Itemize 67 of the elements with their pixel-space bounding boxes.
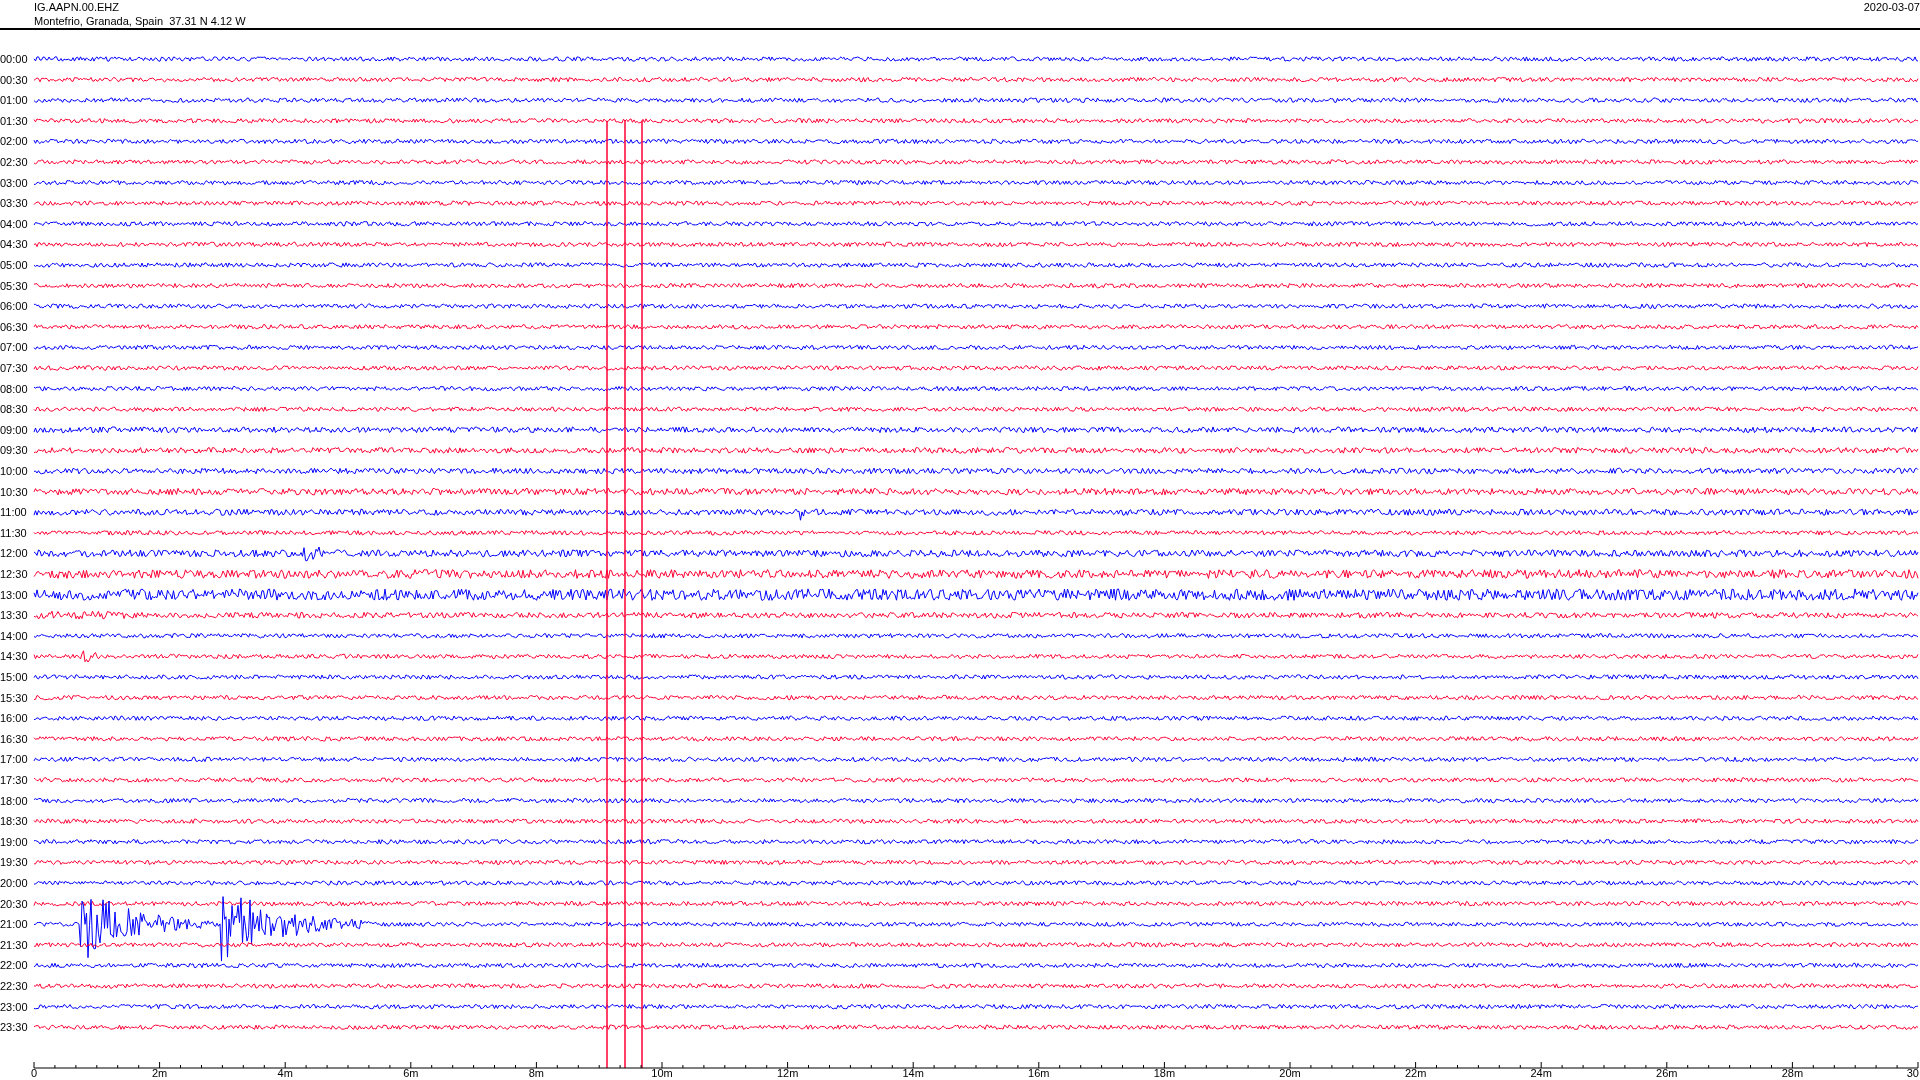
time-label: 18:30 <box>0 815 28 828</box>
time-label: 12:30 <box>0 568 28 580</box>
tick-label: 8m <box>528 1067 545 1078</box>
time-label: 14:00 <box>0 629 28 642</box>
time-label: 17:30 <box>0 774 28 786</box>
tick-label: 2m <box>151 1067 168 1078</box>
time-label: 19:30 <box>0 856 28 869</box>
time-label: 06:00 <box>0 300 28 313</box>
time-label: 01:00 <box>0 94 28 107</box>
time-label: 09:00 <box>0 423 28 436</box>
time-label: 15:30 <box>0 691 28 704</box>
time-label: 17:00 <box>0 753 28 766</box>
time-label: 02:00 <box>0 135 28 148</box>
time-label: 16:30 <box>0 732 28 745</box>
time-label: 10:00 <box>0 465 28 477</box>
time-label: 15:00 <box>0 671 28 683</box>
tick-label: 10m <box>651 1067 673 1078</box>
tick-label: 14m <box>902 1067 924 1078</box>
tick-label: 18m <box>1153 1067 1176 1078</box>
time-label: 13:30 <box>0 609 28 622</box>
time-label: 00:30 <box>0 73 28 86</box>
tick-label: 30 <box>1906 1067 1919 1078</box>
time-label: 18:00 <box>0 794 28 807</box>
time-label: 21:30 <box>0 938 28 951</box>
time-label: 13:00 <box>0 588 28 601</box>
tick-label: 16m <box>1028 1067 1050 1078</box>
time-label: 20:30 <box>0 897 28 910</box>
time-label: 23:00 <box>0 1000 28 1013</box>
time-label: 04:00 <box>0 217 28 230</box>
tick-label: 4m <box>277 1067 293 1078</box>
time-label: 22:30 <box>0 980 28 992</box>
tick-label: 24m <box>1530 1067 1552 1078</box>
time-label: 09:30 <box>0 444 28 457</box>
time-label: 23:30 <box>0 1021 28 1034</box>
tick-label: 6m <box>403 1067 419 1078</box>
time-label: 21:00 <box>0 918 28 931</box>
tick-label: 26m <box>1656 1067 1678 1078</box>
time-label: 19:00 <box>0 835 28 848</box>
time-label: 06:30 <box>0 320 28 333</box>
tick-label: 28m <box>1781 1067 1804 1078</box>
tick-label: 20m <box>1279 1067 1301 1078</box>
tick-label: 0 <box>30 1067 38 1078</box>
time-label: 12:00 <box>0 547 28 560</box>
time-label: 03:30 <box>0 197 28 210</box>
time-label: 05:30 <box>0 279 28 292</box>
time-label: 16:00 <box>0 712 28 725</box>
time-label: 00:00 <box>0 53 28 65</box>
time-label: 02:30 <box>0 156 28 168</box>
time-label: 20:00 <box>0 877 28 889</box>
time-label: 11:00 <box>0 506 27 519</box>
time-label: 11:30 <box>0 526 27 539</box>
time-label: 08:00 <box>0 382 28 395</box>
tick-label: 12m <box>776 1067 799 1078</box>
station-location: Montefrio, Granada, Spain 37.31 N 4.12 W <box>34 14 246 28</box>
time-label: 03:00 <box>0 176 28 189</box>
time-label: 14:30 <box>0 650 28 663</box>
time-label: 22:00 <box>0 959 28 972</box>
time-label: 10:30 <box>0 485 28 498</box>
station-code: IG.AAPN.00.EHZ <box>34 0 120 14</box>
time-label: 07:00 <box>0 341 28 354</box>
time-label: 08:30 <box>0 403 28 416</box>
time-label: 07:30 <box>0 362 28 374</box>
time-label: 05:00 <box>0 259 28 271</box>
time-label: 01:30 <box>0 114 28 127</box>
plot-date: 2020-03-07 <box>1863 0 1920 14</box>
tick-label: 22m <box>1404 1067 1427 1078</box>
time-label: 04:30 <box>0 238 28 251</box>
